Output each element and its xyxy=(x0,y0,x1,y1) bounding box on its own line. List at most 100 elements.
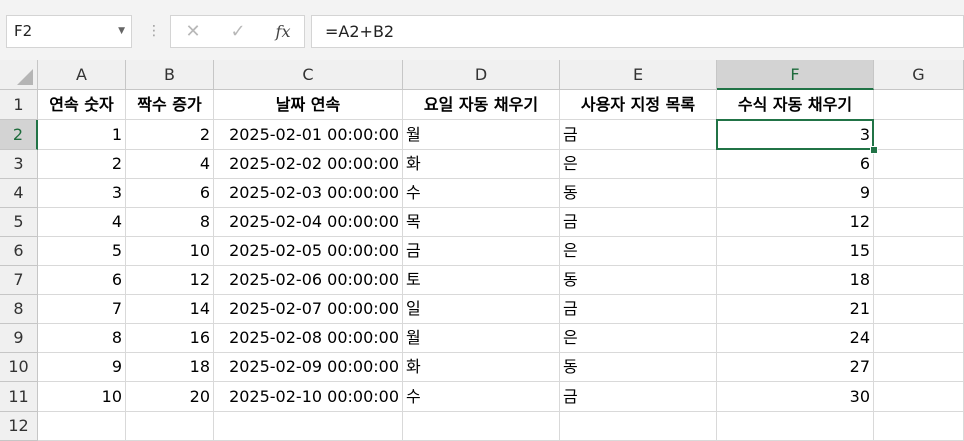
cell-c5[interactable]: 2025-02-04 00:00:00 xyxy=(214,208,403,237)
row-header-10[interactable]: 10 xyxy=(0,353,38,382)
cell-c2[interactable]: 2025-02-01 00:00:00 xyxy=(214,120,403,150)
cell-c12[interactable] xyxy=(214,412,403,441)
cell-g3[interactable] xyxy=(874,150,964,179)
cell-d10[interactable]: 화 xyxy=(403,353,560,382)
insert-function-icon[interactable]: fx xyxy=(263,16,303,47)
cell-b7[interactable]: 12 xyxy=(126,266,214,295)
column-header-g[interactable]: G xyxy=(874,60,964,90)
cell-e5[interactable]: 금 xyxy=(560,208,717,237)
cell-b6[interactable]: 10 xyxy=(126,237,214,266)
cell-f6[interactable]: 15 xyxy=(717,237,874,266)
column-header-f[interactable]: F xyxy=(717,60,874,90)
cell-g12[interactable] xyxy=(874,412,964,441)
cell-a2[interactable]: 1 xyxy=(38,120,126,150)
cell-f11[interactable]: 30 xyxy=(717,382,874,412)
cell-a11[interactable]: 10 xyxy=(38,382,126,412)
cell-b9[interactable]: 16 xyxy=(126,324,214,353)
cell-c4[interactable]: 2025-02-03 00:00:00 xyxy=(214,179,403,208)
row-header-5[interactable]: 5 xyxy=(0,208,38,237)
cell-a6[interactable]: 5 xyxy=(38,237,126,266)
cell-f5[interactable]: 12 xyxy=(717,208,874,237)
cell-c7[interactable]: 2025-02-06 00:00:00 xyxy=(214,266,403,295)
cell-b5[interactable]: 8 xyxy=(126,208,214,237)
cell-a4[interactable]: 3 xyxy=(38,179,126,208)
cell-d2[interactable]: 월 xyxy=(403,120,560,150)
row-header-3[interactable]: 3 xyxy=(0,150,38,179)
cell-f8[interactable]: 21 xyxy=(717,295,874,324)
cell-d7[interactable]: 토 xyxy=(403,266,560,295)
cell-e10[interactable]: 동 xyxy=(560,353,717,382)
row-header-7[interactable]: 7 xyxy=(0,266,38,295)
row-header-2[interactable]: 2 xyxy=(0,120,38,150)
fill-handle[interactable] xyxy=(870,146,878,154)
cell-g5[interactable] xyxy=(874,208,964,237)
cell-e7[interactable]: 동 xyxy=(560,266,717,295)
cell-g4[interactable] xyxy=(874,179,964,208)
cell-e9[interactable]: 은 xyxy=(560,324,717,353)
cell-e4[interactable]: 동 xyxy=(560,179,717,208)
cell-f9[interactable]: 24 xyxy=(717,324,874,353)
cell-b11[interactable]: 20 xyxy=(126,382,214,412)
formula-input[interactable]: =A2+B2 xyxy=(311,15,964,48)
row-header-12[interactable]: 12 xyxy=(0,412,38,441)
cell-a8[interactable]: 7 xyxy=(38,295,126,324)
column-header-c[interactable]: C xyxy=(214,60,403,90)
cell-f10[interactable]: 27 xyxy=(717,353,874,382)
cell-g2[interactable] xyxy=(874,120,964,150)
row-header-4[interactable]: 4 xyxy=(0,179,38,208)
cell-d11[interactable]: 수 xyxy=(403,382,560,412)
cell-d5[interactable]: 목 xyxy=(403,208,560,237)
cell-d12[interactable] xyxy=(403,412,560,441)
column-header-a[interactable]: A xyxy=(38,60,126,90)
column-header-b[interactable]: B xyxy=(126,60,214,90)
column-header-d[interactable]: D xyxy=(403,60,560,90)
cell-g11[interactable] xyxy=(874,382,964,412)
cell-a9[interactable]: 8 xyxy=(38,324,126,353)
cell-b8[interactable]: 14 xyxy=(126,295,214,324)
cell-c6[interactable]: 2025-02-05 00:00:00 xyxy=(214,237,403,266)
cell-c3[interactable]: 2025-02-02 00:00:00 xyxy=(214,150,403,179)
cell-g8[interactable] xyxy=(874,295,964,324)
cell-e8[interactable]: 금 xyxy=(560,295,717,324)
cell-b3[interactable]: 4 xyxy=(126,150,214,179)
cell-f12[interactable] xyxy=(717,412,874,441)
cell-e1[interactable]: 사용자 지정 목록 xyxy=(560,90,717,120)
row-header-6[interactable]: 6 xyxy=(0,237,38,266)
cell-g6[interactable] xyxy=(874,237,964,266)
cell-g10[interactable] xyxy=(874,353,964,382)
chevron-down-icon[interactable]: ▼ xyxy=(118,16,125,47)
cell-f2[interactable]: 3 xyxy=(717,120,874,150)
cell-d8[interactable]: 일 xyxy=(403,295,560,324)
cell-f4[interactable]: 9 xyxy=(717,179,874,208)
cell-d4[interactable]: 수 xyxy=(403,179,560,208)
cell-c1[interactable]: 날짜 연속 xyxy=(214,90,403,120)
cell-e3[interactable]: 은 xyxy=(560,150,717,179)
row-header-9[interactable]: 9 xyxy=(0,324,38,353)
cell-g7[interactable] xyxy=(874,266,964,295)
cell-a1[interactable]: 연속 숫자 xyxy=(38,90,126,120)
name-box[interactable]: F2 ▼ xyxy=(6,15,132,48)
cell-a10[interactable]: 9 xyxy=(38,353,126,382)
row-header-11[interactable]: 11 xyxy=(0,382,38,412)
cell-c10[interactable]: 2025-02-09 00:00:00 xyxy=(214,353,403,382)
cell-b2[interactable]: 2 xyxy=(126,120,214,150)
cell-f7[interactable]: 18 xyxy=(717,266,874,295)
cell-b4[interactable]: 6 xyxy=(126,179,214,208)
cell-a5[interactable]: 4 xyxy=(38,208,126,237)
cell-a7[interactable]: 6 xyxy=(38,266,126,295)
cell-b12[interactable] xyxy=(126,412,214,441)
row-header-8[interactable]: 8 xyxy=(0,295,38,324)
cell-e12[interactable] xyxy=(560,412,717,441)
cell-e2[interactable]: 금 xyxy=(560,120,717,150)
cell-e6[interactable]: 은 xyxy=(560,237,717,266)
cell-d1[interactable]: 요일 자동 채우기 xyxy=(403,90,560,120)
select-all-corner[interactable] xyxy=(0,60,38,90)
cell-c11[interactable]: 2025-02-10 00:00:00 xyxy=(214,382,403,412)
cell-g1[interactable] xyxy=(874,90,964,120)
column-header-e[interactable]: E xyxy=(560,60,717,90)
cell-c9[interactable]: 2025-02-08 00:00:00 xyxy=(214,324,403,353)
cell-a3[interactable]: 2 xyxy=(38,150,126,179)
cell-e11[interactable]: 금 xyxy=(560,382,717,412)
cell-c8[interactable]: 2025-02-07 00:00:00 xyxy=(214,295,403,324)
row-header-1[interactable]: 1 xyxy=(0,90,38,120)
